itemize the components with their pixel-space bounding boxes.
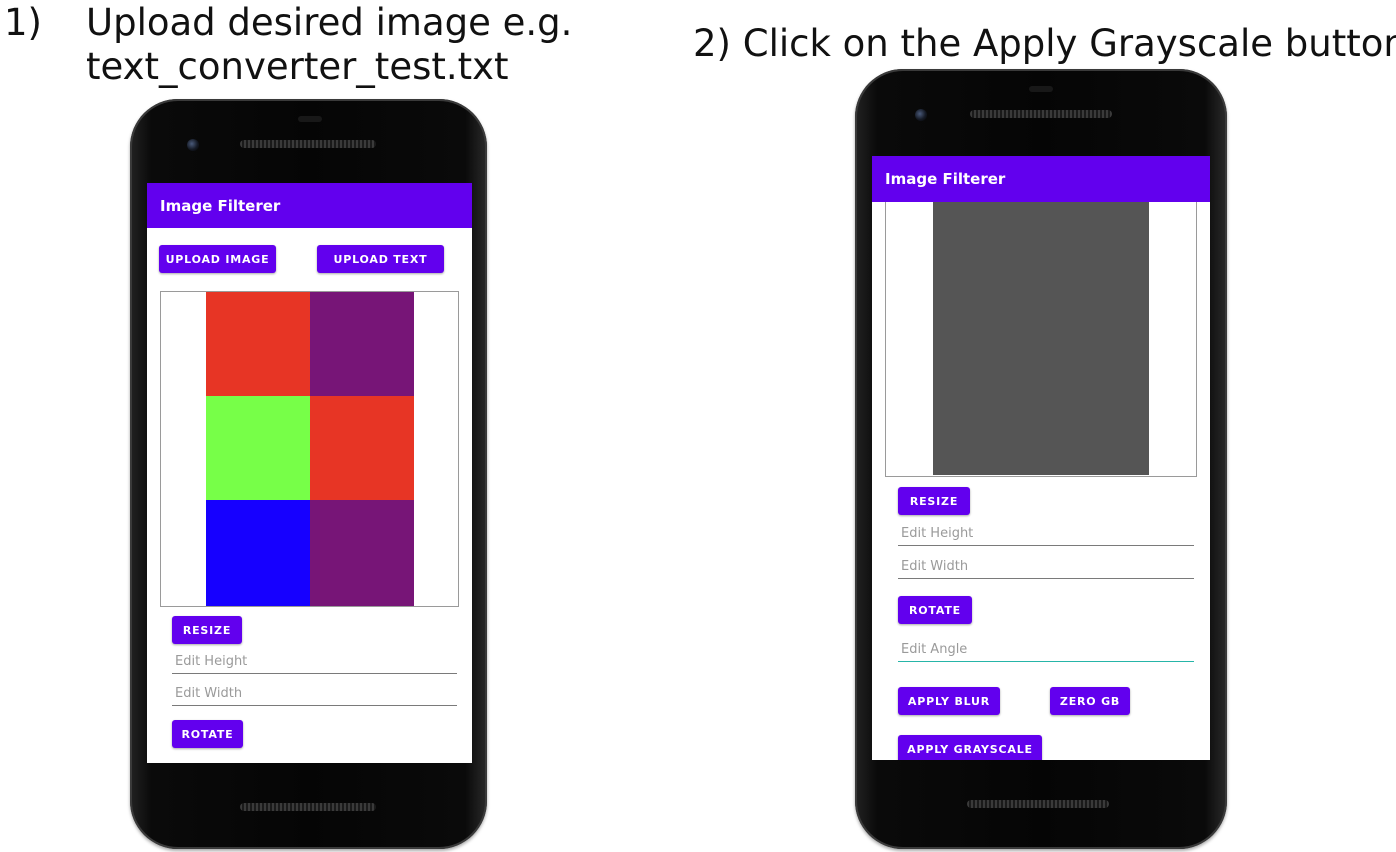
image-cell xyxy=(310,292,414,396)
app-title: Image Filterer xyxy=(160,196,281,215)
phone-1-screen: Image Filterer UPLOAD IMAGE UPLOAD TEXT … xyxy=(147,183,472,763)
earpiece-icon xyxy=(298,116,322,122)
app-bar: Image Filterer xyxy=(872,156,1210,202)
resize-button[interactable]: RESIZE xyxy=(172,616,242,644)
image-cell xyxy=(206,500,310,606)
resize-button[interactable]: RESIZE xyxy=(898,487,970,515)
front-camera-icon xyxy=(187,139,199,151)
app-bar: Image Filterer xyxy=(147,183,472,228)
image-cell xyxy=(206,292,310,396)
phone-1-frame: Image Filterer UPLOAD IMAGE UPLOAD TEXT … xyxy=(130,99,487,849)
rotate-button[interactable]: ROTATE xyxy=(898,596,972,624)
edit-width-field[interactable] xyxy=(172,682,457,706)
app-title: Image Filterer xyxy=(885,170,1006,188)
step2-caption: 2) Click on the Apply Grayscale button xyxy=(693,22,1396,65)
apply-grayscale-button[interactable]: APPLY GRAYSCALE xyxy=(898,735,1042,760)
step1-caption-line1: Upload desired image e.g. xyxy=(86,1,573,44)
bottom-speaker-grille xyxy=(967,800,1109,808)
image-cell xyxy=(206,396,310,500)
grayscale-image xyxy=(933,202,1149,475)
front-camera-icon xyxy=(915,109,927,121)
rotate-button[interactable]: ROTATE xyxy=(172,720,243,748)
image-preview xyxy=(160,291,459,607)
phone-2-screen: Image Filterer RESIZE ROTATE APPLY BLUR … xyxy=(872,156,1210,760)
image-cell xyxy=(310,396,414,500)
upload-image-button[interactable]: UPLOAD IMAGE xyxy=(159,245,276,273)
apply-blur-button[interactable]: APPLY BLUR xyxy=(898,687,1000,715)
edit-width-field[interactable] xyxy=(898,555,1194,579)
zero-gb-button[interactable]: ZERO GB xyxy=(1050,687,1130,715)
image-preview xyxy=(885,202,1197,477)
top-speaker-grille xyxy=(240,140,376,148)
top-speaker-grille xyxy=(970,110,1112,118)
edit-height-field[interactable] xyxy=(898,522,1194,546)
bottom-speaker-grille xyxy=(240,803,376,811)
step1-number: 1) xyxy=(4,1,42,44)
image-cell xyxy=(310,500,414,606)
phone-2-frame: Image Filterer RESIZE ROTATE APPLY BLUR … xyxy=(855,69,1227,849)
edit-angle-field[interactable] xyxy=(898,638,1194,662)
earpiece-icon xyxy=(1029,86,1053,92)
edit-height-field[interactable] xyxy=(172,650,457,674)
upload-text-button[interactable]: UPLOAD TEXT xyxy=(317,245,444,273)
step1-caption-line2: text_converter_test.txt xyxy=(86,45,509,88)
